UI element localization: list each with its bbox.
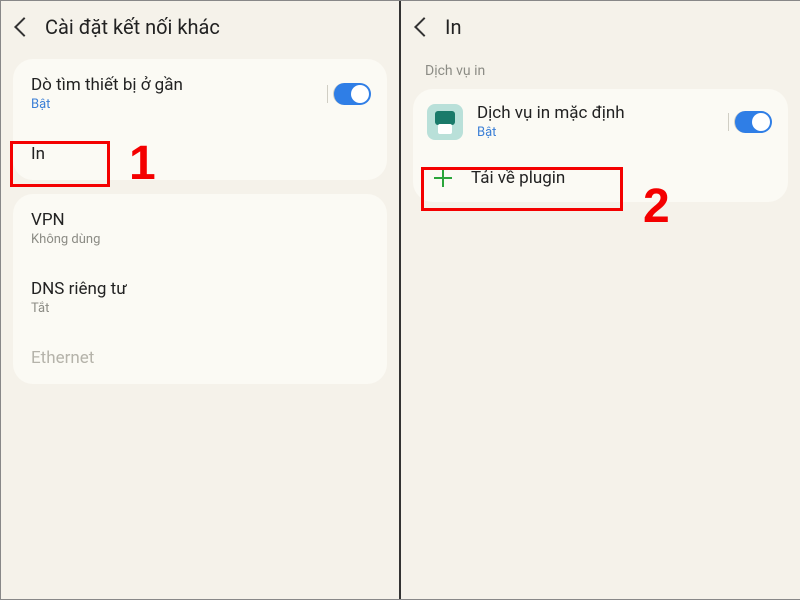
plus-icon xyxy=(433,168,453,188)
ethernet-label: Ethernet xyxy=(31,348,369,368)
header: In xyxy=(401,1,800,59)
card-group-2: VPN Không dùng DNS riêng tư Tắt Ethernet xyxy=(13,194,387,384)
back-icon[interactable] xyxy=(414,17,434,37)
printing-label: In xyxy=(31,144,369,164)
nearby-devices-row[interactable]: Dò tìm thiết bị ở gần Bật xyxy=(13,59,387,128)
section-label: Dịch vụ in xyxy=(401,59,800,89)
toggle-knob xyxy=(752,113,770,131)
nearby-devices-toggle[interactable] xyxy=(333,83,371,105)
dns-status: Tắt xyxy=(31,301,369,316)
default-service-toggle[interactable] xyxy=(734,111,772,133)
default-service-status: Bật xyxy=(477,125,625,140)
nearby-devices-status: Bật xyxy=(31,97,369,112)
toggle-knob xyxy=(351,85,369,103)
service-text: Dịch vụ in mặc định Bật xyxy=(477,103,625,140)
back-icon[interactable] xyxy=(14,17,34,37)
page-title: Cài đặt kết nối khác xyxy=(45,15,220,39)
printing-settings-pane: In Dịch vụ in Dịch vụ in mặc định Bật Tả… xyxy=(401,1,800,599)
download-plugin-row[interactable]: Tải về plugin xyxy=(413,154,788,202)
dns-row[interactable]: DNS riêng tư Tắt xyxy=(13,263,387,332)
printing-row[interactable]: In xyxy=(13,128,387,180)
vpn-status: Không dùng xyxy=(31,232,369,247)
page-title: In xyxy=(445,15,461,39)
card-group-1: Dò tìm thiết bị ở gần Bật In xyxy=(13,59,387,180)
vpn-label: VPN xyxy=(31,210,369,230)
header: Cài đặt kết nối khác xyxy=(1,1,399,59)
dns-label: DNS riêng tư xyxy=(31,279,369,299)
settings-more-connections-pane: Cài đặt kết nối khác Dò tìm thiết bị ở g… xyxy=(1,1,399,599)
default-service-label: Dịch vụ in mặc định xyxy=(477,103,625,123)
print-services-card: Dịch vụ in mặc định Bật Tải về plugin xyxy=(413,89,788,202)
ethernet-row: Ethernet xyxy=(13,332,387,384)
printer-icon xyxy=(427,104,463,140)
default-print-service-row[interactable]: Dịch vụ in mặc định Bật xyxy=(413,89,788,154)
nearby-devices-label: Dò tìm thiết bị ở gần xyxy=(31,75,369,95)
download-plugin-label: Tải về plugin xyxy=(471,168,565,188)
vpn-row[interactable]: VPN Không dùng xyxy=(13,194,387,263)
